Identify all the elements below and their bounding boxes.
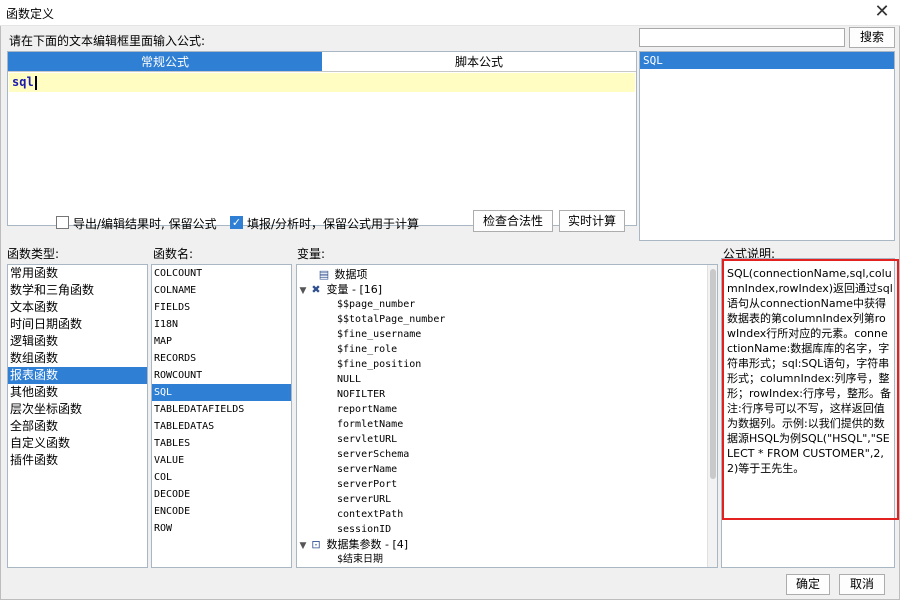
func-type-list: 常用函数 数学和三角函数 文本函数 时间日期函数 逻辑函数 数组函数 报表函数 … — [7, 264, 148, 568]
func-name-item[interactable]: ROWCOUNT — [152, 367, 291, 384]
func-name-item[interactable]: TABLES — [152, 435, 291, 452]
realtime-calc-button[interactable]: 实时计算 — [559, 210, 625, 232]
variable-icon: ✖ — [311, 283, 321, 296]
tree-node-dataset-params[interactable]: ▼ ⊡ 数据集参数 - [4] — [297, 537, 717, 552]
tree-node-data-item[interactable]: ▤ 数据项 — [297, 267, 717, 282]
variables-scrollbar[interactable] — [707, 265, 717, 567]
func-name-item[interactable]: RECORDS — [152, 350, 291, 367]
func-name-item[interactable]: COL — [152, 469, 291, 486]
collapse-icon[interactable]: ▼ — [297, 284, 309, 299]
func-type-item[interactable]: 报表函数 — [8, 367, 147, 384]
func-type-item[interactable]: 全部函数 — [8, 418, 147, 435]
func-type-item[interactable]: 常用函数 — [8, 265, 147, 282]
fill-keep-checkbox[interactable]: ✓ — [230, 216, 243, 229]
formula-text: sql — [12, 75, 34, 89]
ok-button[interactable]: 确定 — [786, 574, 830, 595]
func-name-item[interactable]: SQL — [152, 384, 291, 401]
tree-leaf-variable[interactable]: sessionID — [297, 522, 717, 537]
func-name-item[interactable]: ENCODE — [152, 503, 291, 520]
func-type-item[interactable]: 文本函数 — [8, 299, 147, 316]
tree-leaf-variable[interactable]: serverURL — [297, 492, 717, 507]
tree-leaf-dataset-param[interactable]: $结束日期 — [297, 552, 717, 567]
tree-node-variables[interactable]: ▼ ✖ 变量 - [16] — [297, 282, 717, 297]
formula-description-text: SQL(connectionName,sql,columnIndex,rowIn… — [727, 267, 893, 475]
func-type-item[interactable]: 数学和三角函数 — [8, 282, 147, 299]
tab-script-formula[interactable]: 脚本公式 — [322, 52, 636, 72]
window-titlebar: 函数定义 ✕ — [0, 0, 900, 26]
tree-leaf-variable[interactable]: contextPath — [297, 507, 717, 522]
formula-description-panel: SQL(connectionName,sql,columnIndex,rowIn… — [721, 258, 899, 568]
tab-regular-formula[interactable]: 常规公式 — [8, 52, 322, 72]
func-name-item[interactable]: ROW — [152, 520, 291, 537]
func-type-item[interactable]: 层次坐标函数 — [8, 401, 147, 418]
search-button[interactable]: 搜索 — [849, 27, 895, 48]
variables-header: 变量: — [297, 247, 326, 261]
tree-leaf-variable[interactable]: $$page_number — [297, 297, 717, 312]
parameter-icon: ⊡ — [311, 538, 321, 551]
func-name-item[interactable]: TABLEDATAFIELDS — [152, 401, 291, 418]
func-name-item[interactable]: TABLEDATAS — [152, 418, 291, 435]
variables-tree: ▤ 数据项 ▼ ✖ 变量 - [16] $$page_number $$total… — [296, 264, 718, 568]
table-icon: ▤ — [318, 268, 330, 281]
tree-leaf-variable[interactable]: serverName — [297, 462, 717, 477]
search-results-list: SQL — [639, 51, 895, 241]
func-type-item[interactable]: 其他函数 — [8, 384, 147, 401]
fill-keep-label: 填报/分析时，保留公式用于计算 — [247, 217, 420, 231]
func-type-header: 函数类型: — [7, 247, 60, 261]
tree-leaf-variable[interactable]: NULL — [297, 372, 717, 387]
tree-leaf-variable[interactable]: servletURL — [297, 432, 717, 447]
func-name-list: COLCOUNT COLNAME FIELDS I18N MAP RECORDS… — [151, 264, 292, 568]
func-name-item[interactable]: I18N — [152, 316, 291, 333]
func-type-item[interactable]: 数组函数 — [8, 350, 147, 367]
tree-leaf-variable[interactable]: reportName — [297, 402, 717, 417]
func-type-item[interactable]: 插件函数 — [8, 452, 147, 469]
func-name-item[interactable]: MAP — [152, 333, 291, 350]
tree-leaf-variable[interactable]: $fine_username — [297, 327, 717, 342]
formula-tabs: 常规公式 脚本公式 — [8, 52, 636, 72]
tree-leaf-variable[interactable]: serverPort — [297, 477, 717, 492]
collapse-icon[interactable]: ▼ — [297, 539, 309, 554]
tree-leaf-variable[interactable]: $fine_position — [297, 357, 717, 372]
prompt-label: 请在下面的文本编辑框里面输入公式: — [9, 34, 206, 48]
cancel-button[interactable]: 取消 — [839, 574, 885, 595]
formula-editor: 常规公式 脚本公式 sql — [7, 51, 637, 226]
func-name-item[interactable]: DECODE — [152, 486, 291, 503]
check-validity-button[interactable]: 检查合法性 — [473, 210, 553, 232]
export-keep-label: 导出/编辑结果时, 保留公式 — [73, 217, 217, 231]
func-name-header: 函数名: — [153, 247, 194, 261]
window-title: 函数定义 — [6, 7, 55, 21]
formula-input[interactable]: sql — [9, 73, 635, 92]
func-type-item[interactable]: 时间日期函数 — [8, 316, 147, 333]
export-keep-checkbox[interactable] — [56, 216, 69, 229]
func-type-item[interactable]: 逻辑函数 — [8, 333, 147, 350]
text-caret — [34, 75, 37, 90]
func-name-item[interactable]: FIELDS — [152, 299, 291, 316]
scrollbar-thumb[interactable] — [710, 269, 716, 479]
func-type-item[interactable]: 自定义函数 — [8, 435, 147, 452]
tree-leaf-variable[interactable]: $$totalPage_number — [297, 312, 717, 327]
search-result-item[interactable]: SQL — [640, 52, 894, 69]
close-icon[interactable]: ✕ — [872, 3, 892, 23]
tree-leaf-variable[interactable]: formletName — [297, 417, 717, 432]
tree-leaf-variable[interactable]: serverSchema — [297, 447, 717, 462]
tree-leaf-variable[interactable]: $fine_role — [297, 342, 717, 357]
search-input[interactable] — [639, 28, 845, 47]
func-name-item[interactable]: COLNAME — [152, 282, 291, 299]
func-name-item[interactable]: COLCOUNT — [152, 265, 291, 282]
tree-leaf-variable[interactable]: NOFILTER — [297, 387, 717, 402]
func-name-item[interactable]: VALUE — [152, 452, 291, 469]
function-definition-dialog: 请在下面的文本编辑框里面输入公式: 常规公式 脚本公式 sql 搜索 SQL 导… — [0, 26, 900, 600]
